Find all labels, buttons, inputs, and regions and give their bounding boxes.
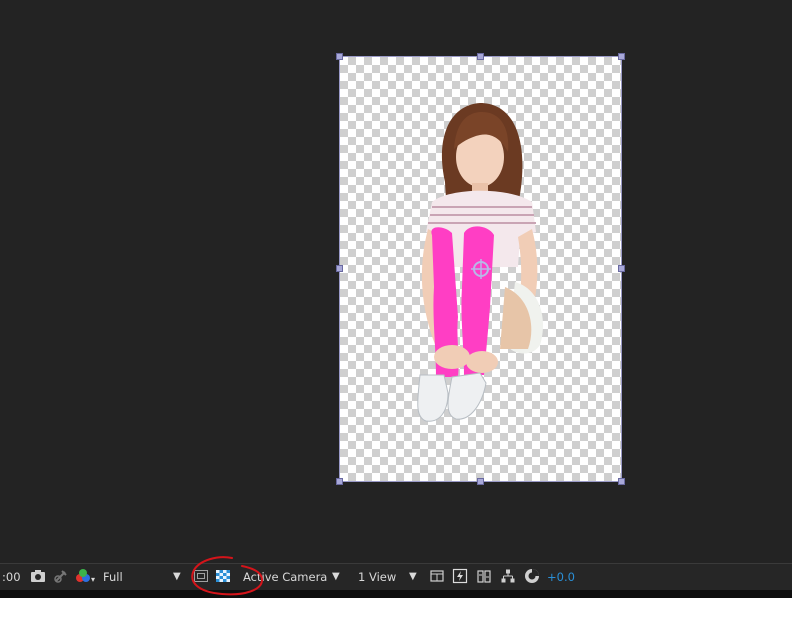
exposure-value[interactable]: +0.0: [547, 569, 575, 585]
layer-handle-bottom-left[interactable]: [336, 478, 343, 485]
resolution-dropdown-arrow[interactable]: ▼: [173, 569, 181, 585]
camera-icon[interactable]: [30, 568, 46, 584]
show-snapshot-icon[interactable]: [53, 568, 69, 584]
layer-handle-top-middle[interactable]: [477, 53, 484, 60]
timecode-label[interactable]: :00: [2, 569, 21, 585]
exposure-reset-icon[interactable]: [524, 568, 540, 584]
layer-handle-middle-left[interactable]: [336, 265, 343, 272]
viewer-toolbar: :00 ▾ Full ▼ Active Camera ▼ 1 View ▼ +0…: [0, 563, 792, 591]
composition-viewer[interactable]: [0, 0, 792, 563]
fast-preview-icon[interactable]: [452, 568, 468, 584]
transparency-grid-icon[interactable]: [215, 568, 231, 584]
layer-handle-middle-right[interactable]: [618, 265, 625, 272]
region-of-interest-icon[interactable]: [193, 568, 209, 584]
pixel-aspect-icon[interactable]: [429, 568, 445, 584]
view-layout-dropdown-arrow[interactable]: ▼: [409, 569, 417, 585]
layer-handle-bottom-middle[interactable]: [477, 478, 484, 485]
camera-dropdown-arrow[interactable]: ▼: [332, 569, 340, 585]
flowchart-icon[interactable]: [500, 568, 516, 584]
view-layout-dropdown[interactable]: 1 View: [358, 569, 396, 585]
image-layer[interactable]: [339, 56, 622, 482]
photo-subject: [417, 103, 543, 422]
layer-handle-top-left[interactable]: [336, 53, 343, 60]
layer-handle-top-right[interactable]: [618, 53, 625, 60]
page-background: [0, 598, 792, 620]
resolution-dropdown[interactable]: Full: [103, 569, 123, 585]
panel-bottom-edge: [0, 590, 792, 598]
channels-dropdown-arrow[interactable]: ▾: [91, 572, 95, 588]
rgb-channels-icon[interactable]: [75, 568, 91, 584]
camera-dropdown[interactable]: Active Camera: [243, 569, 327, 585]
layer-handle-bottom-right[interactable]: [618, 478, 625, 485]
timeline-icon[interactable]: [476, 568, 492, 584]
